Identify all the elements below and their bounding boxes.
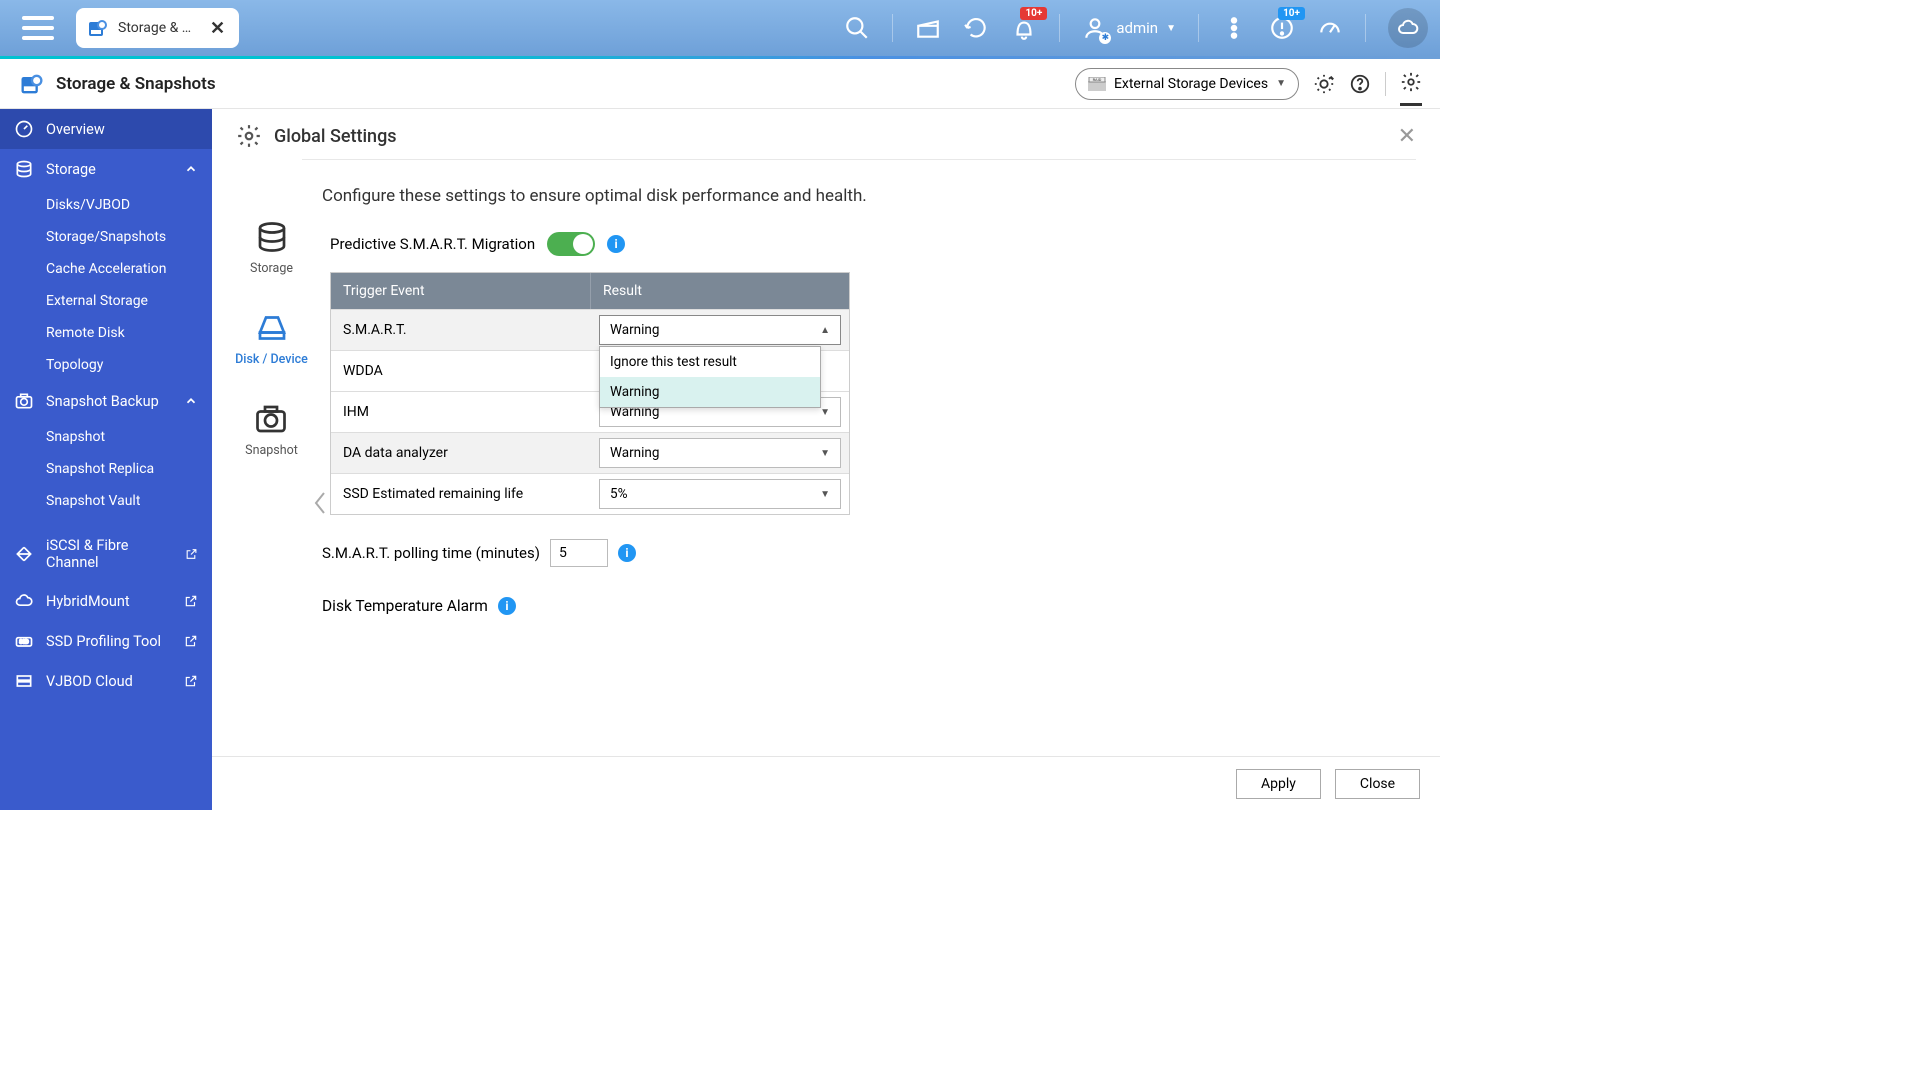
sidebar-item-storage[interactable]: Storage bbox=[0, 149, 212, 189]
poll-input[interactable] bbox=[550, 539, 608, 567]
user-menu[interactable]: ✱ admin ▼ bbox=[1082, 15, 1176, 41]
external-link-icon bbox=[184, 634, 198, 648]
sidebar-sub-external[interactable]: External Storage bbox=[0, 285, 212, 317]
app-tab[interactable]: Storage & S… ✕ bbox=[76, 8, 239, 48]
help-icon[interactable] bbox=[1349, 73, 1371, 95]
panel-footer: Apply Close bbox=[212, 756, 1440, 810]
sidebar-sub-replica[interactable]: Snapshot Replica bbox=[0, 453, 212, 485]
sidebar-ext-iscsi[interactable]: iSCSI & Fibre Channel bbox=[0, 527, 212, 581]
sidebar-label: Snapshot Backup bbox=[46, 393, 172, 410]
sidebar-sub-topology[interactable]: Topology bbox=[0, 349, 212, 381]
gear-icon bbox=[236, 123, 262, 149]
content-scroll[interactable]: Configure these settings to ensure optim… bbox=[302, 160, 1416, 756]
user-name: admin bbox=[1116, 19, 1158, 37]
vjbod-icon bbox=[14, 671, 34, 691]
sidebar: Overview Storage Disks/VJBOD Storage/Sna… bbox=[0, 109, 212, 810]
table-header-result: Result bbox=[591, 273, 849, 309]
external-link-icon bbox=[185, 547, 198, 561]
clapper-icon[interactable] bbox=[915, 15, 941, 41]
category-storage[interactable]: Storage bbox=[250, 219, 293, 276]
sidebar-item-overview[interactable]: Overview bbox=[0, 109, 212, 149]
sidebar-sub-vault[interactable]: Snapshot Vault bbox=[0, 485, 212, 517]
category-disk-device[interactable]: Disk / Device bbox=[235, 310, 308, 367]
raid-icon: RAID bbox=[1088, 77, 1106, 91]
notifications-icon[interactable]: 10+ bbox=[1011, 15, 1037, 41]
sidebar-sub-disks[interactable]: Disks/VJBOD bbox=[0, 189, 212, 221]
result-select-dropdown: Ignore this test result Warning bbox=[599, 346, 821, 408]
sidebar-ext-hybridmount[interactable]: HybridMount bbox=[0, 581, 212, 621]
temp-alarm-label: Disk Temperature Alarm bbox=[322, 597, 488, 615]
svg-text:RAID: RAID bbox=[1093, 77, 1102, 82]
sidebar-label: Overview bbox=[46, 121, 198, 138]
more-icon[interactable] bbox=[1221, 15, 1247, 41]
section-description: Configure these settings to ensure optim… bbox=[322, 186, 1406, 206]
dashboard-icon[interactable] bbox=[1317, 15, 1343, 41]
svg-text:SSD: SSD bbox=[19, 640, 28, 646]
sidebar-item-snapshot-backup[interactable]: Snapshot Backup bbox=[0, 381, 212, 421]
alert-badge: 10+ bbox=[1278, 7, 1305, 20]
storage-app-icon bbox=[86, 16, 110, 40]
panel-title: Global Settings bbox=[274, 126, 397, 147]
ssd-icon: SSD bbox=[14, 631, 34, 651]
notification-badge: 10+ bbox=[1020, 7, 1047, 20]
network-icon bbox=[14, 544, 34, 564]
table-header-event: Trigger Event bbox=[331, 273, 591, 309]
app-icon bbox=[18, 70, 46, 98]
trigger-table: Trigger Event Result S.M.A.R.T. Warning▲… bbox=[330, 272, 850, 515]
info-icon[interactable]: i bbox=[618, 544, 636, 562]
sidebar-sub-cache[interactable]: Cache Acceleration bbox=[0, 253, 212, 285]
sidebar-sub-remote-disk[interactable]: Remote Disk bbox=[0, 317, 212, 349]
result-select-da[interactable]: Warning▼ bbox=[599, 438, 841, 468]
predictive-smart-toggle[interactable] bbox=[547, 232, 595, 256]
sidebar-sub-snapshot[interactable]: Snapshot bbox=[0, 421, 212, 453]
sidebar-label: Storage bbox=[46, 161, 172, 178]
table-row: S.M.A.R.T. Warning▲ Ignore this test res… bbox=[331, 309, 849, 350]
tab-title: Storage & S… bbox=[118, 20, 198, 36]
close-button[interactable]: Close bbox=[1335, 769, 1420, 799]
camera-icon bbox=[14, 391, 34, 411]
cloud-link-icon bbox=[14, 591, 34, 611]
info-icon[interactable]: i bbox=[607, 235, 625, 253]
settings-icon[interactable] bbox=[1400, 71, 1422, 106]
wizard-icon[interactable] bbox=[1313, 73, 1335, 95]
table-row: SSD Estimated remaining life 5%▼ bbox=[331, 473, 849, 514]
database-icon bbox=[14, 159, 34, 179]
chevron-up-icon bbox=[184, 394, 198, 408]
menu-icon[interactable] bbox=[22, 16, 54, 40]
panel-close-icon[interactable]: ✕ bbox=[1398, 124, 1416, 149]
tab-close-icon[interactable]: ✕ bbox=[206, 18, 229, 39]
external-link-icon bbox=[184, 594, 198, 608]
poll-label: S.M.A.R.T. polling time (minutes) bbox=[322, 544, 540, 562]
gauge-icon bbox=[14, 119, 34, 139]
dropdown-option[interactable]: Warning bbox=[600, 377, 820, 407]
refresh-icon[interactable] bbox=[963, 15, 989, 41]
cloud-icon[interactable] bbox=[1388, 8, 1428, 48]
table-row: DA data analyzer Warning▼ bbox=[331, 432, 849, 473]
external-storage-select[interactable]: RAID External Storage Devices ▼ bbox=[1075, 68, 1299, 100]
chevron-up-icon bbox=[184, 162, 198, 176]
sidebar-ext-vjbod-cloud[interactable]: VJBOD Cloud bbox=[0, 661, 212, 701]
apply-button[interactable]: Apply bbox=[1236, 769, 1321, 799]
predictive-smart-label: Predictive S.M.A.R.T. Migration bbox=[330, 235, 535, 253]
info-icon[interactable]: i bbox=[498, 597, 516, 615]
os-topbar: Storage & S… ✕ 10+ ✱ admin ▼ 10+ bbox=[0, 0, 1440, 56]
app-header: Storage & Snapshots RAID External Storag… bbox=[0, 59, 1440, 109]
main-panel: Global Settings ✕ Storage Disk / Device … bbox=[212, 109, 1440, 810]
alert-icon[interactable]: 10+ bbox=[1269, 15, 1295, 41]
result-select-ssd-life[interactable]: 5%▼ bbox=[599, 479, 841, 509]
category-snapshot[interactable]: Snapshot bbox=[245, 401, 298, 458]
sidebar-sub-storage-snapshots[interactable]: Storage/Snapshots bbox=[0, 221, 212, 253]
external-link-icon bbox=[184, 674, 198, 688]
app-title: Storage & Snapshots bbox=[56, 74, 216, 94]
sidebar-ext-ssd-profiling[interactable]: SSD SSD Profiling Tool bbox=[0, 621, 212, 661]
result-select-smart[interactable]: Warning▲ bbox=[599, 315, 841, 345]
search-icon[interactable] bbox=[844, 15, 870, 41]
dropdown-option[interactable]: Ignore this test result bbox=[600, 347, 820, 377]
